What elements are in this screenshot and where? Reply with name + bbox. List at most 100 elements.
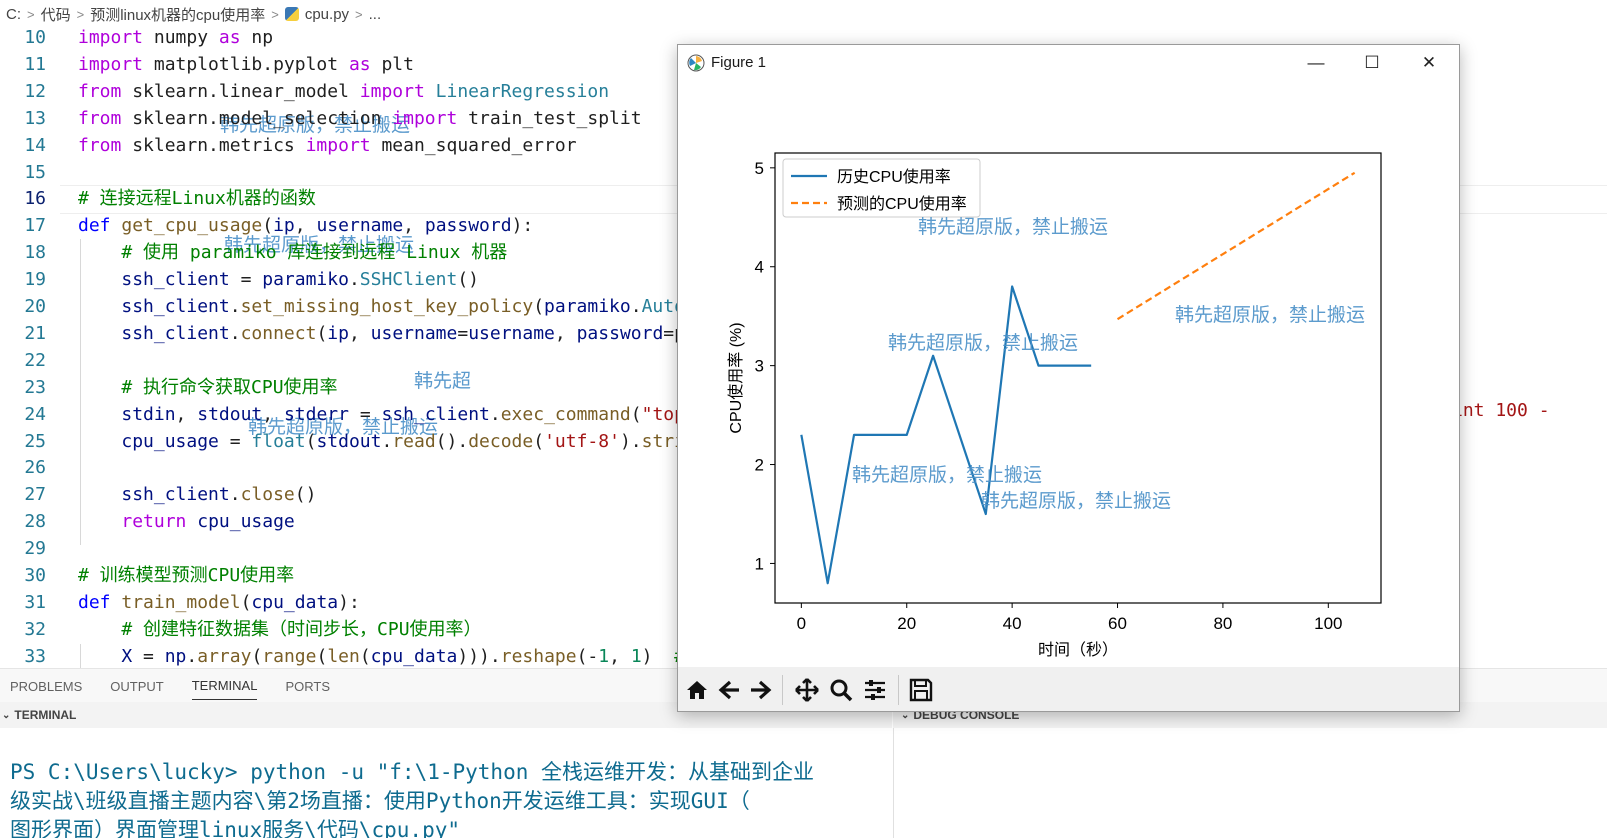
zoom-icon[interactable] [828,677,854,703]
code-token: read [392,430,436,452]
breadcrumb-folder-1[interactable]: 代码 [41,4,71,25]
code-token: matplotlib.pyplot [143,53,349,75]
code-token: ( [630,403,642,425]
figure-window[interactable]: Figure 1 — ☐ ✕ 0 20 40 60 80 100 1 2 3 4 5 时间（秒） CPU… [677,44,1460,712]
pan-icon[interactable] [794,677,820,703]
code-token: ssh_client [121,484,230,506]
tab-output[interactable]: OUTPUT [110,673,163,700]
code-token: ( [359,645,371,667]
code-token: . [229,296,241,317]
code-text: return cpu_usage [78,508,294,535]
y-tick-label: 2 [755,456,764,475]
code-token: import [78,53,144,75]
code-token: = [457,322,469,344]
code-token: # 使用 paramiko 库连接到远程 Linux 机器 [121,242,508,264]
minimize-button[interactable]: — [1293,45,1339,81]
terminal-line: PS C:\Users\lucky> python -u "f:\1-Pytho… [10,760,815,784]
code-token: . [630,296,642,317]
code-token: np [240,28,274,48]
back-arrow-icon[interactable] [716,677,742,703]
code-token: LinearRegression [435,80,610,102]
code-token: paramiko [262,269,349,291]
code-token: . [489,403,501,425]
terminal-output[interactable]: PS C:\Users\lucky> python -u "f:\1-Pytho… [0,728,892,838]
code-text: import matplotlib.pyplot as plt [78,51,414,78]
code-text: ssh_client.set_missing_host_key_policy(p… [78,293,685,320]
close-icon: ✕ [1421,53,1437,72]
x-tick-label: 80 [1213,614,1232,633]
chevron-right-icon: > [27,6,35,22]
home-icon[interactable] [684,677,710,703]
code-text: # 使用 paramiko 库连接到远程 Linux 机器 [78,239,507,266]
code-token: , [294,215,317,237]
minimize-icon: — [1307,53,1325,72]
maximize-button[interactable]: ☐ [1349,45,1395,81]
code-token: # 执行命令获取CPU使用率 [121,376,338,398]
code-token: numpy [143,28,219,48]
code-token: import [305,134,371,156]
code-token: plt [370,53,414,75]
code-token: cpu_usage [121,430,219,452]
code-text: ssh_client.close() [78,481,316,508]
breadcrumb-more[interactable]: ... [369,6,382,23]
save-icon[interactable] [908,677,934,703]
terminal-header-label: TERMINAL [14,708,77,722]
x-axis-label: 时间（秒） [1038,641,1118,659]
code-text: def train_model(cpu_data): [78,589,360,616]
y-tick-label: 1 [755,554,764,573]
line-number: 11 [24,53,46,75]
code-token: ssh_client [381,403,490,425]
tab-terminal[interactable]: TERMINAL [191,672,258,700]
code-text: # 训练模型预测CPU使用率 [78,562,294,589]
breadcrumb-file[interactable]: cpu.py [305,6,349,23]
toolbar-separator [898,675,899,705]
code-token: train_model [121,591,241,613]
maximize-icon: ☐ [1364,53,1380,72]
python-file-icon [284,7,299,21]
configure-subplots-icon[interactable] [862,677,888,703]
code-token: . [348,269,360,291]
code-text: from sklearn.model_selection import trai… [78,105,642,132]
code-token: exec_command [500,403,631,425]
watermark-text: 韩先超原版，禁止搬运 [852,464,1042,486]
code-token: as [218,28,241,48]
breadcrumb-folder-2[interactable]: 预测linux机器的cpu使用率 [90,4,265,25]
line-number: 24 [24,403,46,425]
code-token: ip [327,322,349,344]
tab-problems[interactable]: PROBLEMS [10,673,82,700]
code-token: ( [262,215,274,237]
code-text: X = np.array(range(len(cpu_data))).resha… [78,643,685,668]
code-token: (- [576,645,599,667]
line-number: 15 [24,161,46,183]
code-token: array [197,645,252,667]
plot-canvas[interactable]: 0 20 40 60 80 100 1 2 3 4 5 时间（秒） CPU使用率 (%) 历史CPU使用率… [678,81,1459,667]
code-token: stdout [197,403,263,425]
code-token: = [229,269,263,291]
line-number: 32 [24,618,46,640]
code-text: # 连接远程Linux机器的函数 [78,185,316,212]
code-token: ( [316,645,328,667]
close-button[interactable]: ✕ [1406,45,1452,81]
code-token: mean_squared_error [370,134,577,156]
x-tick-label: 20 [897,614,916,633]
line-number: 21 [24,322,46,344]
code-token: import [78,28,144,48]
figure-titlebar[interactable]: Figure 1 — ☐ ✕ [678,45,1459,81]
forward-arrow-icon[interactable] [748,677,774,703]
debug-console[interactable] [893,728,1607,838]
breadcrumb-root[interactable]: C: [6,6,21,23]
code-token: cpu_data [370,645,458,667]
code-token: ssh_client [121,269,230,291]
code-token: sklearn.model_selection [121,107,393,129]
code-token: = [348,403,382,425]
code-token: paramiko [544,296,631,317]
figure-toolbar [678,667,1459,711]
tab-ports[interactable]: PORTS [285,673,330,700]
code-token: np [164,645,187,667]
code-text: import numpy as np [78,28,273,51]
x-tick-label: 0 [797,614,806,633]
